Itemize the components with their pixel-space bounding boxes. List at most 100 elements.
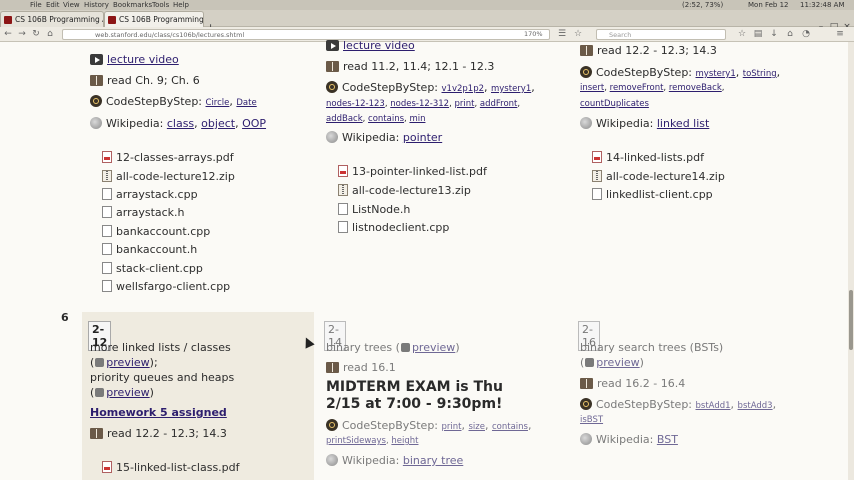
file-link[interactable]: listnodeclient.cpp <box>352 221 449 234</box>
codestep-link[interactable]: addFront <box>480 99 518 109</box>
wiki-link-binary-tree[interactable]: binary tree <box>403 454 463 467</box>
file-row[interactable]: 13-pointer-linked-list.pdf <box>338 164 487 179</box>
file-row[interactable]: ListNode.h <box>338 202 410 217</box>
codestep-link[interactable]: nodes-12-123 <box>326 99 385 109</box>
reading-row: read 12.2 - 12.3; 14.3 <box>580 43 717 58</box>
wiki-link-oop[interactable]: OOP <box>242 117 266 130</box>
file-row[interactable]: arraystack.h <box>102 205 185 220</box>
wikipedia-icon <box>90 117 102 129</box>
codestep-link[interactable]: height <box>391 436 418 446</box>
file-row[interactable]: all-code-lecture12.zip <box>102 169 235 184</box>
codestep-link-circle[interactable]: Circle <box>206 98 230 108</box>
file-link[interactable]: linkedlist-client.cpp <box>606 188 713 201</box>
file-row[interactable]: stack-client.cpp <box>102 261 203 276</box>
library-icon[interactable]: ▤ <box>752 28 764 40</box>
file-row[interactable]: listnodeclient.cpp <box>338 220 449 235</box>
file-link[interactable]: 12-classes-arrays.pdf <box>116 151 234 164</box>
wiki-link-bst[interactable]: BST <box>657 433 678 446</box>
bookmark-star-icon[interactable]: ☆ <box>572 28 584 40</box>
codestep-link[interactable]: size <box>469 422 485 432</box>
codestep-link[interactable]: bstAdd1 <box>696 401 731 411</box>
reload-icon[interactable]: ↻ <box>30 28 42 40</box>
file-link[interactable]: 13-pointer-linked-list.pdf <box>352 165 487 178</box>
homework-link[interactable]: Homework 5 assigned <box>90 405 227 420</box>
pocket-icon[interactable]: ◔ <box>800 28 812 40</box>
wiki-link-linked-list[interactable]: linked list <box>657 117 709 130</box>
codestep-link-date[interactable]: Date <box>236 98 256 108</box>
file-row[interactable]: bankaccount.h <box>102 242 197 257</box>
reader-icon[interactable]: ☰ <box>556 28 568 40</box>
codestep-link[interactable]: mystery1 <box>696 69 736 79</box>
codestep-link[interactable]: print <box>454 99 474 109</box>
codestep-link[interactable]: isBST <box>580 415 603 425</box>
file-link[interactable]: stack-client.cpp <box>116 262 203 275</box>
wiki-link-object[interactable]: object <box>201 117 235 130</box>
back-icon[interactable]: ← <box>2 28 14 40</box>
codestep-link[interactable]: min <box>409 114 425 124</box>
wiki-link-class[interactable]: class <box>167 117 194 130</box>
codestep-link[interactable]: toString <box>743 69 777 79</box>
codestep-link[interactable]: contains <box>492 422 528 432</box>
codestep-link[interactable]: insert <box>580 83 604 93</box>
lecture-video-link[interactable]: lecture video <box>107 53 179 66</box>
file-link[interactable]: arraystack.h <box>116 206 185 219</box>
codestep-link[interactable]: removeFront <box>610 83 664 93</box>
file-row[interactable]: 14-linked-lists.pdf <box>592 150 704 165</box>
codestep-link[interactable]: contains <box>368 114 404 124</box>
tab-2[interactable]: CS 106B Programming A... <box>104 11 204 27</box>
codestep-link[interactable]: removeBack <box>669 83 722 93</box>
file-row[interactable]: all-code-lecture13.zip <box>338 183 471 198</box>
file-link[interactable]: arraystack.cpp <box>116 188 198 201</box>
lecture-video-link[interactable]: lecture video <box>343 39 415 52</box>
file-link[interactable]: all-code-lecture14.zip <box>606 170 725 183</box>
file-row[interactable]: 15-linked-list-class.pdf <box>102 460 240 475</box>
tab-1[interactable]: CS 106B Programming A... <box>0 11 104 27</box>
download-icon[interactable]: ↓ <box>768 28 780 40</box>
codestep-link[interactable]: v1v2p1p2 <box>442 84 484 94</box>
menu-file[interactable]: File <box>30 0 42 10</box>
url-bar[interactable]: web.stanford.edu/class/cs106b/lectures.s… <box>62 29 550 40</box>
file-row[interactable]: bankaccount.cpp <box>102 224 210 239</box>
preview-link[interactable]: preview <box>106 356 149 369</box>
codestep-link[interactable]: mystery1 <box>491 84 531 94</box>
home-icon[interactable]: ⌂ <box>44 28 56 40</box>
file-row[interactable]: wellsfargo-client.cpp <box>102 279 230 294</box>
codestep-link[interactable]: countDuplicates <box>580 99 649 109</box>
codestep-link[interactable]: printSideways <box>326 436 386 446</box>
menu-tools[interactable]: Tools <box>152 0 169 10</box>
file-link[interactable]: bankaccount.h <box>116 243 197 256</box>
menu-history[interactable]: History <box>84 0 109 10</box>
file-link[interactable]: all-code-lecture12.zip <box>116 170 235 183</box>
file-link[interactable]: bankaccount.cpp <box>116 225 210 238</box>
file-row[interactable]: all-code-lecture14.zip <box>592 169 725 184</box>
codestep-link[interactable]: addBack <box>326 114 363 124</box>
file-row[interactable]: linkedlist-client.cpp <box>592 187 713 202</box>
menu-view[interactable]: View <box>63 0 80 10</box>
preview-link[interactable]: preview <box>596 356 639 369</box>
search-input[interactable]: Search <box>596 29 726 40</box>
zoom-level[interactable]: 170% <box>524 29 543 40</box>
home-page-icon[interactable]: ⌂ <box>784 28 796 40</box>
wiki-link-pointer[interactable]: pointer <box>403 131 442 144</box>
file-link[interactable]: ListNode.h <box>352 203 410 216</box>
codestep-link[interactable]: bstAdd3 <box>738 401 773 411</box>
preview-link[interactable]: preview <box>412 341 455 354</box>
hamburger-menu-icon[interactable]: ≡ <box>834 28 846 40</box>
file-link[interactable]: 14-linked-lists.pdf <box>606 151 704 164</box>
reading-row: read 11.2, 11.4; 12.1 - 12.3 <box>326 59 494 74</box>
preview-link[interactable]: preview <box>106 386 149 399</box>
menu-help[interactable]: Help <box>173 0 189 10</box>
codestep-link[interactable]: nodes-12-312 <box>390 99 449 109</box>
file-link[interactable]: wellsfargo-client.cpp <box>116 280 230 293</box>
menu-edit[interactable]: Edit <box>46 0 60 10</box>
file-link[interactable]: 15-linked-list-class.pdf <box>116 461 240 474</box>
file-link[interactable]: all-code-lecture13.zip <box>352 184 471 197</box>
forward-icon[interactable]: → <box>16 28 28 40</box>
vertical-scrollbar[interactable] <box>848 42 854 480</box>
scrollbar-thumb[interactable] <box>849 290 853 350</box>
menu-bookmarks[interactable]: Bookmarks <box>113 0 152 10</box>
bookmarks-icon[interactable]: ☆ <box>736 28 748 40</box>
file-row[interactable]: 12-classes-arrays.pdf <box>102 150 234 165</box>
file-row[interactable]: arraystack.cpp <box>102 187 198 202</box>
codestep-link[interactable]: print <box>442 422 462 432</box>
